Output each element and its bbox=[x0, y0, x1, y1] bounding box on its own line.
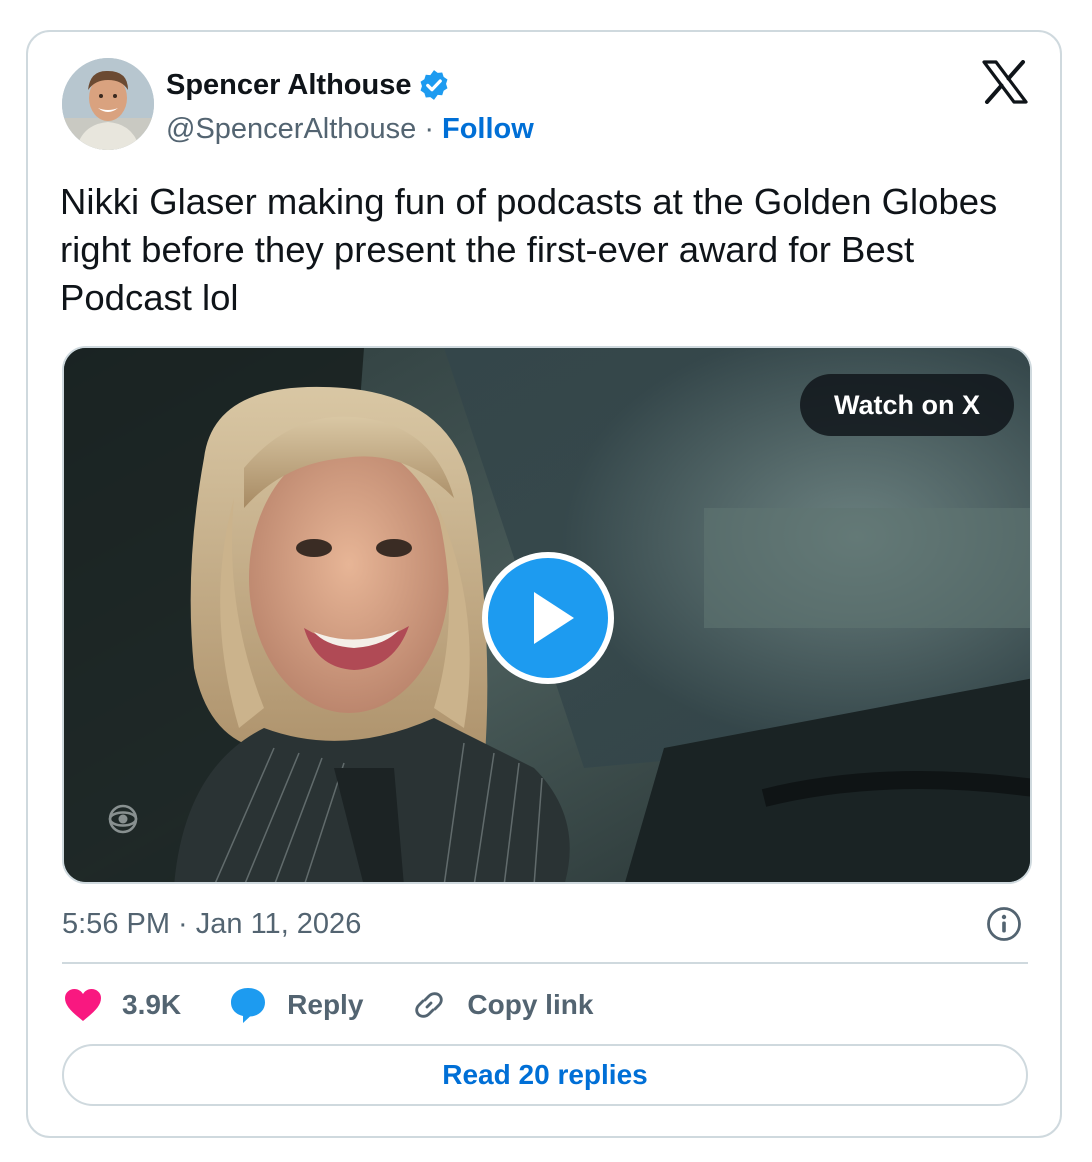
tweet-embed-card: Spencer Althouse @SpencerAlthouse · Foll… bbox=[26, 30, 1062, 1138]
action-bar: 3.9K Reply Copy link bbox=[64, 982, 641, 1028]
tweet-timestamp[interactable]: 5:56 PM · Jan 11, 2026 bbox=[62, 904, 361, 944]
tweet-text: Nikki Glaser making fun of podcasts at t… bbox=[60, 181, 998, 318]
like-button[interactable]: 3.9K bbox=[64, 988, 181, 1022]
play-button[interactable] bbox=[482, 552, 614, 684]
follow-link[interactable]: Follow bbox=[442, 113, 534, 146]
avatar[interactable] bbox=[62, 58, 154, 150]
cbs-logo-icon bbox=[108, 804, 138, 834]
divider bbox=[62, 962, 1028, 964]
author-name-row: Spencer Althouse bbox=[166, 66, 451, 104]
link-icon bbox=[415, 992, 444, 1018]
author-handle-row: @SpencerAlthouse · Follow bbox=[166, 110, 534, 148]
reply-label: Reply bbox=[287, 989, 364, 1020]
read-replies-button[interactable]: Read 20 replies bbox=[62, 1044, 1028, 1106]
info-icon[interactable] bbox=[986, 906, 1022, 942]
separator-dot: · bbox=[424, 112, 434, 145]
copy-link-button[interactable]: Copy link bbox=[411, 987, 593, 1023]
author-name[interactable]: Spencer Althouse bbox=[166, 69, 411, 102]
reply-bubble-icon bbox=[231, 988, 266, 1023]
verified-badge-icon bbox=[417, 68, 451, 102]
reply-button[interactable]: Reply bbox=[229, 986, 363, 1024]
author-handle[interactable]: @SpencerAlthouse bbox=[166, 113, 416, 146]
x-logo-icon[interactable] bbox=[982, 60, 1028, 104]
watch-on-x-button[interactable]: Watch on X bbox=[800, 374, 1014, 436]
video-thumbnail[interactable]: Watch on X bbox=[62, 346, 1032, 884]
like-count: 3.9K bbox=[122, 989, 182, 1020]
copy-link-label: Copy link bbox=[467, 989, 594, 1020]
play-icon bbox=[534, 592, 574, 644]
heart-icon bbox=[65, 989, 101, 1021]
